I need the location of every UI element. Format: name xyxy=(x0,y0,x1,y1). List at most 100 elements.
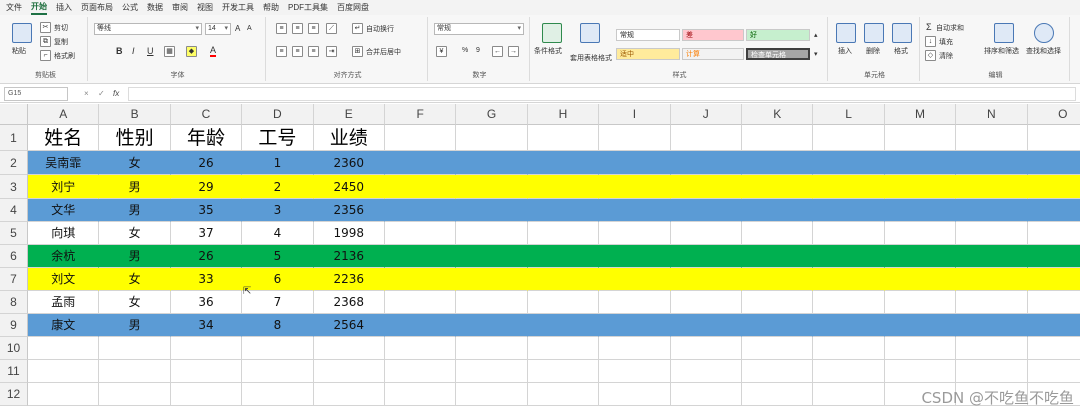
cell-m3[interactable] xyxy=(884,175,957,199)
styles-scroll-down-icon[interactable]: ▾ xyxy=(814,50,818,58)
row-header-12[interactable]: 12 xyxy=(0,383,28,406)
cell-g6[interactable] xyxy=(456,245,528,268)
row-header-2[interactable]: 2 xyxy=(0,151,28,175)
bold-button[interactable]: B xyxy=(116,46,123,56)
currency-icon[interactable]: ¥ xyxy=(436,46,447,57)
cell-l3[interactable] xyxy=(813,175,885,199)
cell-l7[interactable] xyxy=(813,268,885,291)
clear-icon[interactable]: ◇ xyxy=(925,50,936,61)
cell-h1[interactable] xyxy=(527,125,600,151)
cell-l4[interactable] xyxy=(813,199,885,222)
underline-button[interactable]: U xyxy=(147,46,154,56)
cell-o2[interactable] xyxy=(1027,151,1080,175)
insert-cells-icon[interactable] xyxy=(836,23,856,43)
cell-f4[interactable] xyxy=(385,199,457,222)
tab-file[interactable]: 文件 xyxy=(6,0,22,15)
cell-f6[interactable] xyxy=(385,245,457,268)
merge-center-icon[interactable]: ⊞ xyxy=(352,46,363,57)
wrap-text-icon[interactable]: ↵ xyxy=(352,23,363,34)
column-header-h[interactable]: H xyxy=(527,104,600,125)
cell-k2[interactable] xyxy=(742,151,814,175)
merge-center-button[interactable]: 合并后居中 xyxy=(366,47,401,57)
cell-g3[interactable] xyxy=(456,175,528,199)
cut-icon[interactable]: ✂ xyxy=(40,22,51,33)
formula-input[interactable] xyxy=(128,87,1076,101)
name-box[interactable]: G15 xyxy=(4,87,68,101)
styles-scroll-up-icon[interactable]: ▴ xyxy=(814,31,818,39)
cell-d6[interactable]: 5 xyxy=(242,245,314,268)
format-cells-icon[interactable] xyxy=(892,23,912,43)
cell-e6[interactable]: 2136 xyxy=(313,245,385,268)
style-check-cell[interactable]: 检查单元格 xyxy=(746,48,810,60)
cell-m6[interactable] xyxy=(884,245,957,268)
cell-f9[interactable] xyxy=(385,314,457,337)
cell-c8[interactable]: 36 xyxy=(170,291,243,314)
cell-c9[interactable]: 34 xyxy=(170,314,243,337)
cell-n9[interactable] xyxy=(956,314,1028,337)
cell-k7[interactable] xyxy=(742,268,814,291)
cell-b10[interactable] xyxy=(99,337,171,360)
decrease-decimal-icon[interactable]: → xyxy=(508,46,519,57)
cell-a2[interactable]: 吴南霏 xyxy=(28,151,100,175)
cell-l1[interactable] xyxy=(813,125,885,151)
format-cells-button[interactable]: 格式 xyxy=(894,46,908,56)
fill-button[interactable]: 填充 xyxy=(939,37,953,47)
cell-f2[interactable] xyxy=(385,151,457,175)
cell-f11[interactable] xyxy=(385,360,457,383)
cell-d9[interactable]: 8 xyxy=(242,314,314,337)
cell-h3[interactable] xyxy=(527,175,600,199)
cell-b5[interactable]: 女 xyxy=(99,222,171,245)
cell-d4[interactable]: 3 xyxy=(242,199,314,222)
clear-button[interactable]: 清除 xyxy=(939,51,953,61)
style-calculation[interactable]: 计算 xyxy=(682,48,744,60)
cut-button[interactable]: 剪切 xyxy=(54,23,68,33)
cell-a9[interactable]: 康文 xyxy=(28,314,100,337)
copy-button[interactable]: 复制 xyxy=(54,37,68,47)
cell-g9[interactable] xyxy=(456,314,528,337)
autosum-button[interactable]: 自动求和 xyxy=(936,23,964,33)
cell-e5[interactable]: 1998 xyxy=(313,222,385,245)
cell-d2[interactable]: 1 xyxy=(242,151,314,175)
cell-n8[interactable] xyxy=(956,291,1028,314)
cell-n5[interactable] xyxy=(956,222,1028,245)
cell-k4[interactable] xyxy=(742,199,814,222)
cell-m10[interactable] xyxy=(884,337,957,360)
cell-b7[interactable]: 女 xyxy=(99,268,171,291)
cell-b2[interactable]: 女 xyxy=(99,151,171,175)
cell-d1[interactable]: 工号 xyxy=(242,125,314,151)
cell-j7[interactable] xyxy=(670,268,742,291)
cell-j4[interactable] xyxy=(670,199,742,222)
cell-b6[interactable]: 男 xyxy=(99,245,171,268)
cell-b9[interactable]: 男 xyxy=(99,314,171,337)
cell-b4[interactable]: 男 xyxy=(99,199,171,222)
increase-decimal-icon[interactable]: ← xyxy=(492,46,503,57)
cell-g2[interactable] xyxy=(456,151,528,175)
column-header-l[interactable]: L xyxy=(813,104,885,125)
cell-e9[interactable]: 2564 xyxy=(313,314,385,337)
cell-i11[interactable] xyxy=(599,360,671,383)
cell-n11[interactable] xyxy=(956,360,1028,383)
cell-m9[interactable] xyxy=(884,314,957,337)
cell-i3[interactable] xyxy=(599,175,671,199)
cell-c5[interactable]: 37 xyxy=(170,222,243,245)
column-header-o[interactable]: O xyxy=(1027,104,1080,125)
cell-a3[interactable]: 刘宁 xyxy=(28,175,100,199)
shrink-font-button[interactable]: A xyxy=(247,25,252,32)
cell-g11[interactable] xyxy=(456,360,528,383)
cell-i8[interactable] xyxy=(599,291,671,314)
row-header-4[interactable]: 4 xyxy=(0,199,28,222)
confirm-entry-icon[interactable]: ✓ xyxy=(98,87,105,101)
tab-home[interactable]: 开始 xyxy=(31,1,47,15)
column-header-j[interactable]: J xyxy=(670,104,742,125)
conditional-format-icon[interactable] xyxy=(542,23,562,43)
paste-icon[interactable] xyxy=(12,23,32,43)
cell-h7[interactable] xyxy=(527,268,600,291)
cell-g12[interactable] xyxy=(456,383,528,406)
cell-a10[interactable] xyxy=(28,337,100,360)
cell-l12[interactable] xyxy=(813,383,885,406)
cell-n4[interactable] xyxy=(956,199,1028,222)
tab-review[interactable]: 审阅 xyxy=(172,0,188,15)
grow-font-button[interactable]: A xyxy=(235,24,240,33)
cell-e7[interactable]: 2236 xyxy=(313,268,385,291)
cell-d3[interactable]: 2 xyxy=(242,175,314,199)
